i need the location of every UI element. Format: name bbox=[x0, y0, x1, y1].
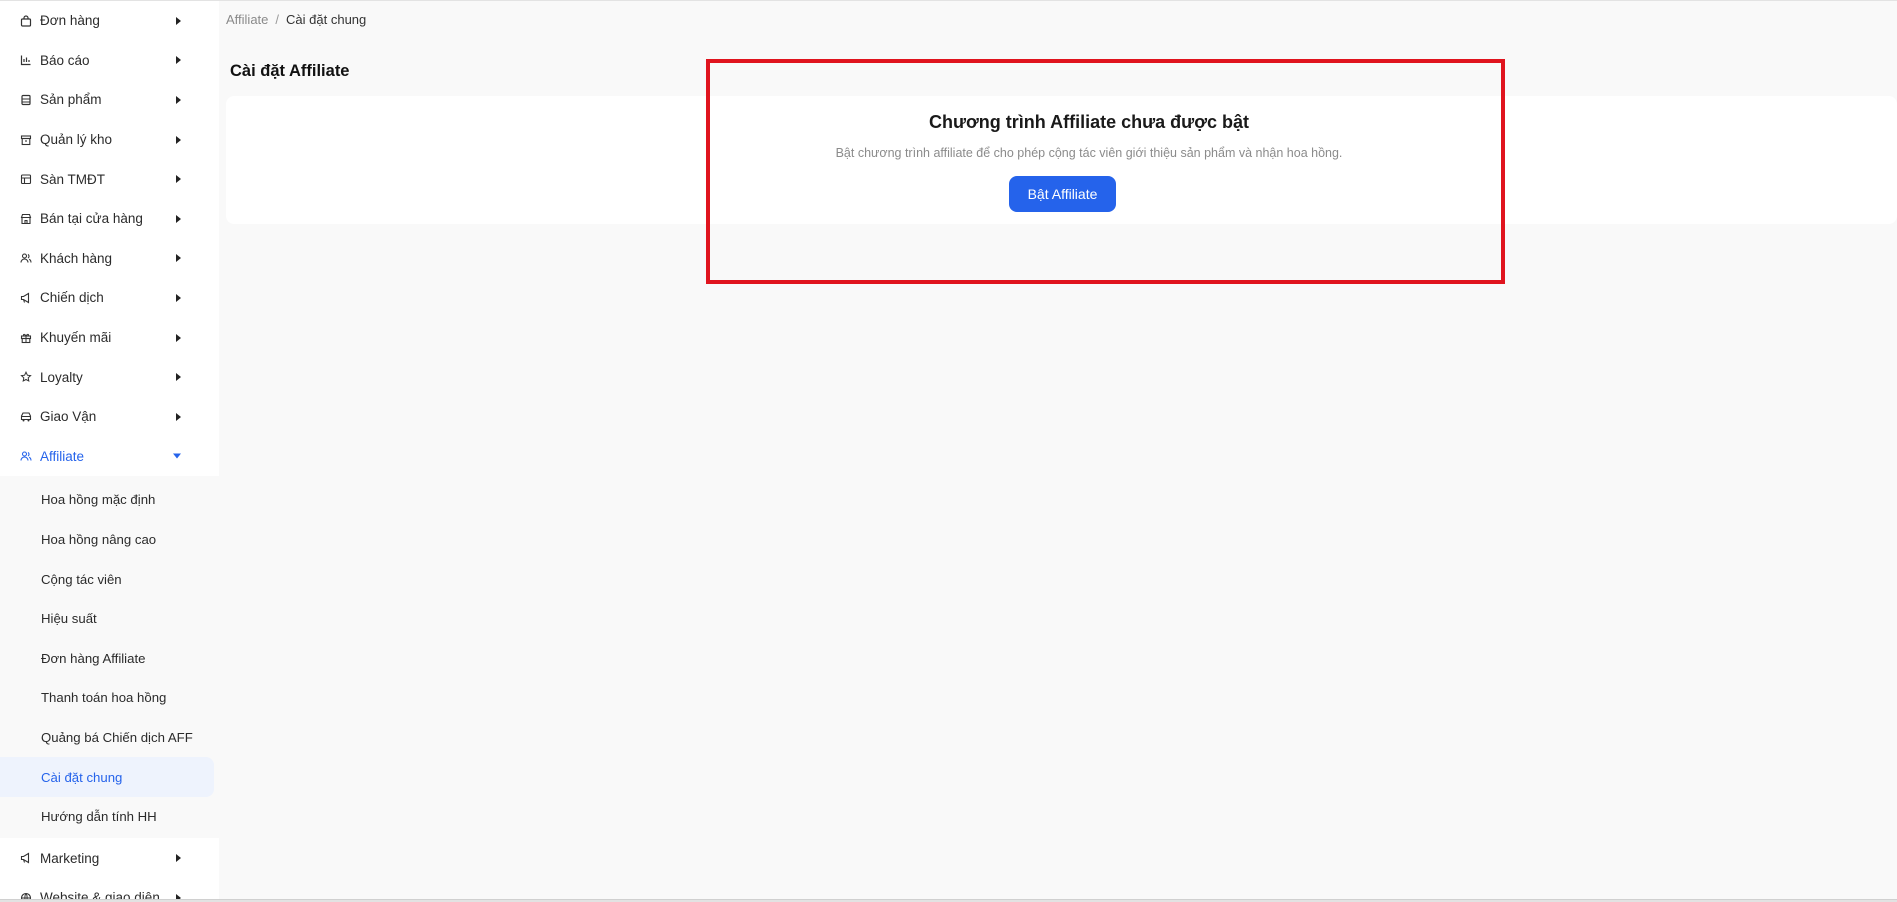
caret-right-icon bbox=[176, 95, 181, 104]
sidebar-item-shipping[interactable]: Giao Vận bbox=[0, 397, 219, 437]
caret-right-icon bbox=[176, 293, 181, 302]
breadcrumb-current: Cài đặt chung bbox=[286, 12, 367, 27]
sidebar-item-label: Bán tại cửa hàng bbox=[40, 211, 143, 227]
sidebar-item-label: Affiliate bbox=[40, 448, 85, 464]
sidebar-item-label: Marketing bbox=[40, 850, 100, 866]
caret-right-icon bbox=[176, 56, 181, 65]
sidebar-item-loyalty[interactable]: Loyalty bbox=[0, 357, 219, 397]
affiliate-submenu: Hoa hồng mặc định Hoa hồng nâng cao Cộng… bbox=[0, 476, 219, 839]
sidebar-item-label: Sàn TMĐT bbox=[40, 171, 106, 187]
sidebar-item-warehouse[interactable]: Quản lý kho bbox=[0, 120, 219, 160]
sidebar-item-pos[interactable]: Bán tại cửa hàng bbox=[0, 199, 219, 239]
sidebar-item-label: Báo cáo bbox=[40, 52, 90, 68]
card-description: Bật chương trình affiliate để cho phép c… bbox=[835, 146, 1343, 160]
submenu-item-general-settings[interactable]: Cài đặt chung bbox=[0, 757, 214, 797]
gift-icon bbox=[20, 332, 32, 344]
shop-icon bbox=[20, 213, 32, 225]
caret-right-icon bbox=[176, 333, 181, 342]
breadcrumb: Affiliate / Cài đặt chung bbox=[226, 12, 366, 27]
sidebar-item-marketing[interactable]: Marketing bbox=[0, 838, 219, 878]
enable-affiliate-button[interactable]: Bật Affiliate bbox=[1009, 176, 1116, 212]
sidebar-item-orders[interactable]: Đơn hàng bbox=[0, 1, 219, 41]
caret-down-icon bbox=[173, 453, 181, 459]
sidebar-item-label: Giao Vận bbox=[40, 409, 97, 425]
sidebar-item-label: Chiến dịch bbox=[40, 290, 104, 306]
sidebar-item-label: Quản lý kho bbox=[40, 132, 113, 148]
submenu-item-commission-payment[interactable]: Thanh toán hoa hồng bbox=[0, 678, 214, 718]
caret-right-icon bbox=[176, 214, 181, 223]
caret-right-icon bbox=[176, 175, 181, 184]
affiliate-disabled-card: Chương trình Affiliate chưa được bật Bật… bbox=[226, 96, 1897, 224]
main-content: Affiliate / Cài đặt chung Cài đặt Affiliat… bbox=[219, 1, 1897, 902]
users-icon bbox=[20, 252, 32, 264]
submenu-item-affiliate-orders[interactable]: Đơn hàng Affiliate bbox=[0, 639, 214, 679]
megaphone-icon bbox=[20, 852, 32, 864]
submenu-item-aff-campaign-promo[interactable]: Quảng bá Chiến dịch AFF bbox=[0, 718, 214, 758]
bar-chart-icon bbox=[20, 54, 32, 66]
sidebar-item-label: Loyalty bbox=[40, 369, 83, 385]
submenu-item-advanced-commission[interactable]: Hoa hồng nâng cao bbox=[0, 520, 214, 560]
bag-icon bbox=[20, 15, 32, 27]
sidebar-item-label: Khuyến mãi bbox=[40, 330, 112, 346]
warehouse-icon bbox=[20, 134, 32, 146]
sidebar-item-campaigns[interactable]: Chiến dịch bbox=[0, 278, 219, 318]
product-icon bbox=[20, 94, 32, 106]
megaphone-icon bbox=[20, 292, 32, 304]
submenu-item-commission-guide[interactable]: Hướng dẫn tính HH bbox=[0, 797, 214, 837]
caret-right-icon bbox=[176, 412, 181, 421]
sidebar-item-products[interactable]: Sản phẩm bbox=[0, 80, 219, 120]
sidebar-item-customers[interactable]: Khách hàng bbox=[0, 239, 219, 279]
caret-right-icon bbox=[176, 854, 181, 863]
page-title: Cài đặt Affiliate bbox=[230, 62, 350, 80]
app-window: Đơn hàng Báo cáo Sản phẩm Quản lý kho Sà… bbox=[0, 0, 1897, 902]
store-icon bbox=[20, 173, 32, 185]
breadcrumb-parent-link[interactable]: Affiliate bbox=[226, 12, 268, 27]
sidebar-item-affiliate[interactable]: Affiliate bbox=[0, 437, 219, 477]
sidebar-item-label: Đơn hàng bbox=[40, 13, 100, 29]
breadcrumb-separator: / bbox=[275, 12, 280, 27]
card-title: Chương trình Affiliate chưa được bật bbox=[928, 112, 1250, 132]
caret-right-icon bbox=[176, 16, 181, 25]
sidebar-item-reports[interactable]: Báo cáo bbox=[0, 41, 219, 81]
sidebar-item-label: Khách hàng bbox=[40, 250, 113, 266]
affiliate-users-icon bbox=[20, 450, 32, 462]
sidebar-item-ecommerce[interactable]: Sàn TMĐT bbox=[0, 159, 219, 199]
caret-right-icon bbox=[176, 373, 181, 382]
caret-right-icon bbox=[176, 254, 181, 263]
truck-icon bbox=[20, 411, 32, 423]
star-icon bbox=[20, 371, 32, 383]
submenu-item-performance[interactable]: Hiệu suất bbox=[0, 599, 214, 639]
submenu-item-collaborators[interactable]: Cộng tác viên bbox=[0, 559, 214, 599]
sidebar-item-promotions[interactable]: Khuyến mãi bbox=[0, 318, 219, 358]
sidebar: Đơn hàng Báo cáo Sản phẩm Quản lý kho Sà… bbox=[0, 1, 219, 902]
sidebar-item-label: Sản phẩm bbox=[40, 92, 102, 108]
submenu-item-default-commission[interactable]: Hoa hồng mặc định bbox=[0, 480, 214, 520]
caret-right-icon bbox=[176, 135, 181, 144]
